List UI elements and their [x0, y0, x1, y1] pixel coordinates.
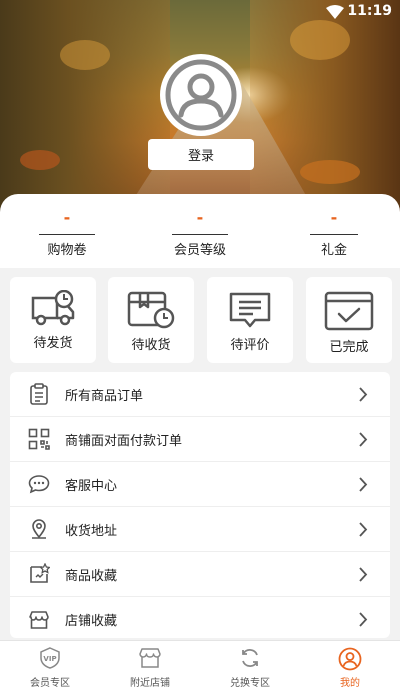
tile-label: 待收货: [131, 338, 171, 353]
menu-all-orders[interactable]: 所有商品订单: [10, 372, 390, 417]
tab-nearby-stores[interactable]: 附近店铺: [110, 647, 190, 689]
tile-completed[interactable]: 已完成: [306, 277, 392, 363]
stat-label: 会员等级: [173, 243, 226, 258]
stat-value: -: [196, 208, 204, 227]
member-stats-card: - 购物卷 - 会员等级 - 礼金: [0, 194, 400, 268]
chevron-right-icon: [359, 477, 368, 492]
location-icon: [28, 518, 50, 540]
bottom-tab-bar: VIP 会员专区 附近店铺 兑换专区 我的: [0, 640, 400, 690]
exchange-icon: [242, 649, 258, 667]
login-button[interactable]: 登录: [148, 139, 254, 170]
wifi-icon: [326, 5, 344, 19]
vip-icon: VIP: [40, 647, 60, 669]
menu-favorite-stores[interactable]: 店铺收藏: [10, 597, 390, 638]
tab-member-zone[interactable]: VIP 会员专区: [10, 647, 90, 689]
tile-label: 待评价: [230, 338, 270, 353]
menu-label: 客服中心: [65, 478, 118, 494]
chevron-right-icon: [359, 432, 368, 447]
tile-pending-review[interactable]: 待评价: [207, 277, 293, 363]
stat-value: -: [63, 208, 71, 227]
menu-customer-service[interactable]: 客服中心: [10, 462, 390, 507]
chevron-right-icon: [359, 522, 368, 537]
tile-label: 已完成: [329, 340, 369, 355]
menu-face-to-face-orders[interactable]: 商铺面对面付款订单: [10, 417, 390, 462]
qrcode-icon: [28, 428, 50, 450]
svg-text:VIP: VIP: [43, 655, 56, 663]
menu-label: 收货地址: [65, 523, 118, 539]
calendar-check-icon: [324, 291, 374, 331]
package-clock-icon: [127, 291, 175, 329]
tile-label: 待发货: [33, 336, 73, 351]
favorite-goods-icon: [28, 563, 50, 585]
tile-pending-receipt[interactable]: 待收货: [108, 277, 194, 363]
tab-label: 兑换专区: [230, 678, 270, 689]
chevron-right-icon: [359, 567, 368, 582]
status-bar: 11:19: [0, 0, 400, 24]
shop-icon: [139, 648, 161, 668]
order-status-tiles: 待发货 待收货 待评价 已完成: [10, 277, 392, 363]
store-icon: [28, 609, 50, 631]
user-avatar-icon: [165, 59, 237, 131]
chevron-right-icon: [359, 387, 368, 402]
stat-shopping-voucher[interactable]: - 购物卷: [27, 208, 107, 258]
tab-label: 会员专区: [30, 678, 70, 689]
stat-gift-money[interactable]: - 礼金: [294, 208, 374, 258]
stat-label: 购物卷: [47, 243, 87, 258]
stat-member-level[interactable]: - 会员等级: [160, 208, 240, 258]
avatar[interactable]: [160, 54, 242, 136]
menu-favorite-goods[interactable]: 商品收藏: [10, 552, 390, 597]
menu-label: 所有商品订单: [65, 388, 144, 404]
tab-mine[interactable]: 我的: [310, 647, 390, 689]
menu-shipping-address[interactable]: 收货地址: [10, 507, 390, 552]
menu-label: 商铺面对面付款订单: [65, 433, 183, 449]
tab-label: 我的: [340, 678, 360, 689]
comment-icon: [229, 292, 271, 328]
account-menu: 所有商品订单 商铺面对面付款订单 客服中心 收货地址 商品收藏 店铺收藏: [10, 372, 390, 638]
tile-pending-shipment[interactable]: 待发货: [10, 277, 96, 363]
tab-exchange-zone[interactable]: 兑换专区: [210, 647, 290, 689]
chevron-right-icon: [359, 612, 368, 627]
chat-icon: [28, 473, 50, 495]
stat-label: 礼金: [320, 243, 347, 258]
truck-icon: [31, 290, 75, 326]
tab-label: 附近店铺: [130, 678, 170, 689]
menu-label: 店铺收藏: [65, 614, 118, 629]
stat-value: -: [330, 208, 338, 227]
menu-label: 商品收藏: [65, 568, 118, 584]
user-icon: [338, 647, 362, 671]
clipboard-icon: [28, 383, 50, 405]
status-time: 11:19: [347, 3, 392, 19]
